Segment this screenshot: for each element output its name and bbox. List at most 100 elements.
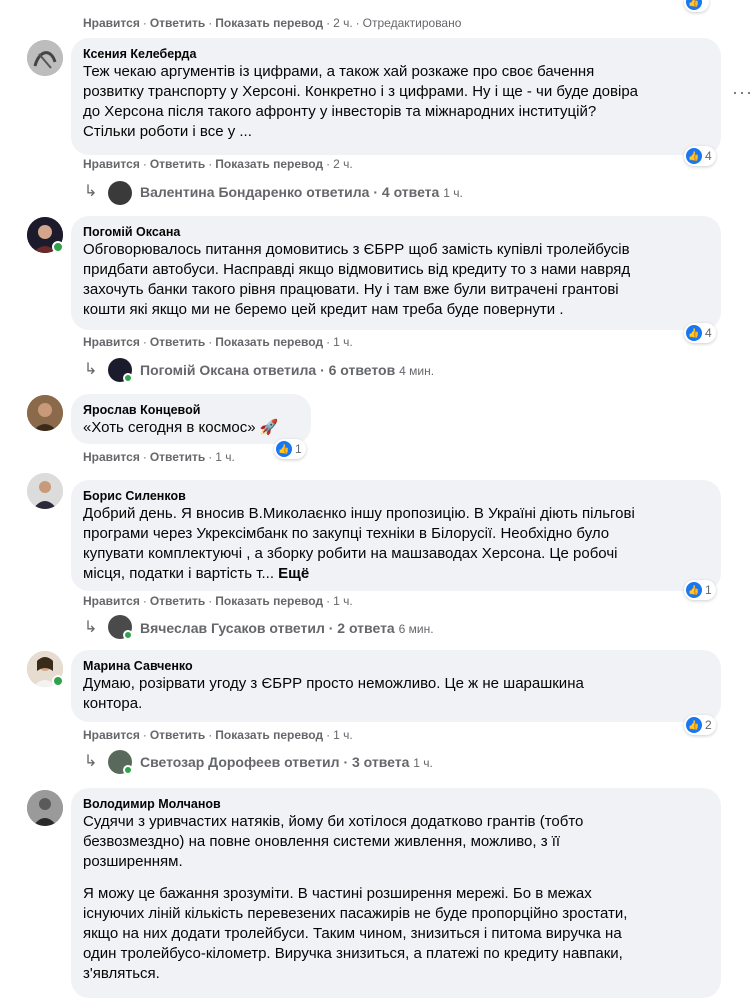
comment-actions: Нравится · Ответить · 1 ч. — [83, 450, 235, 464]
comment-text-line: з'являться. — [83, 965, 160, 982]
reply-arrow-icon: ↳ — [84, 361, 98, 378]
comment-author[interactable]: Борис Силенков — [83, 488, 709, 504]
comment-bubble: Погомій Оксана Обговорювалось питання до… — [71, 216, 721, 330]
reply-link[interactable]: Ответить — [150, 450, 205, 464]
comment-text-line: Я можу це бажання зрозуміти. В частині р… — [83, 885, 592, 902]
comment-time[interactable]: 1 ч. — [333, 728, 353, 742]
online-indicator — [123, 373, 133, 383]
comment-text-line: Стільки роботи і все у ... — [83, 123, 252, 140]
comment-text-line: Думаю, розірвати угоду з ЄБРР просто нем… — [83, 675, 584, 692]
avatar[interactable] — [27, 473, 63, 509]
comment-text-line: розвитку транспорту у Херсоні. Конкретно… — [83, 83, 639, 100]
comment-actions: Нравится · Ответить · Показать перевод · 1 ч. — [83, 728, 353, 742]
avatar[interactable] — [27, 395, 63, 431]
view-replies-link[interactable]: Вячеслав Гусаков ответил · 2 ответа 6 ми… — [140, 618, 434, 639]
online-indicator — [123, 630, 133, 640]
avatar[interactable] — [27, 790, 63, 826]
reply-link[interactable]: Ответить — [150, 335, 205, 349]
comment-author[interactable]: Марина Савченко — [83, 658, 709, 674]
comment-text-line: «Хоть сегодня в космос» 🚀 — [83, 419, 279, 436]
reaction-badge[interactable]: 👍 4 — [684, 323, 716, 343]
reply-link[interactable]: Ответить — [150, 157, 205, 171]
reply-link[interactable]: Ответить — [150, 594, 205, 608]
view-replies-link[interactable]: Погомій Оксана ответила · 6 ответов 4 ми… — [140, 360, 434, 381]
like-icon: 👍 — [686, 325, 702, 341]
like-link[interactable]: Нравится — [83, 16, 140, 30]
comment-bubble: Ярослав Концевой «Хоть сегодня в космос»… — [71, 394, 311, 444]
like-link[interactable]: Нравится — [83, 450, 140, 464]
comment-text-line: купувати комплектуючі , а зборку робити … — [83, 545, 618, 562]
reaction-badge[interactable]: 👍 1 — [684, 580, 716, 600]
like-icon: 👍 — [686, 0, 702, 10]
comment-time[interactable]: 1 ч. — [215, 450, 235, 464]
comment-time[interactable]: 1 ч. — [333, 335, 353, 349]
comment-text-line: Добрий день. Я вносив В.Миколаєнко іншу … — [83, 505, 635, 522]
translate-link[interactable]: Показать перевод — [215, 594, 323, 608]
reply-arrow-icon: ↳ — [84, 619, 98, 636]
comment-text-line: один тролейбусо-кілометр. Виручка знизит… — [83, 945, 623, 962]
translate-link[interactable]: Показать перевод — [215, 157, 323, 171]
like-icon: 👍 — [686, 717, 702, 733]
translate-link[interactable]: Показать перевод — [215, 16, 323, 30]
view-replies-link[interactable]: Светозар Дорофеев ответил · 3 ответа 1 ч… — [140, 752, 433, 773]
reaction-count: 1 — [295, 442, 302, 456]
translate-link[interactable]: Показать перевод — [215, 728, 323, 742]
comment-text-line: місця, податки і вартість т... Ещё — [83, 565, 310, 582]
comment-text-line: придбати автобуси. Насправді якщо відмов… — [83, 261, 631, 278]
comment-text-line: захочуть банки такого рівня працювати. Н… — [83, 281, 619, 298]
online-indicator — [123, 765, 133, 775]
comment-text-line: існуючих ліній кількість перевезених пас… — [83, 905, 628, 922]
avatar[interactable] — [27, 40, 63, 76]
like-link[interactable]: Нравится — [83, 594, 140, 608]
reaction-count: 2 — [705, 718, 712, 732]
translate-link[interactable]: Показать перевод — [215, 335, 323, 349]
comment-text-line: Судячи з уривчастих натяків, йому би хот… — [83, 813, 584, 830]
comment-text-line: безвозмездно) на повне оновлення системи… — [83, 833, 561, 850]
comment-actions: Нравится · Ответить · Показать перевод · 1 ч. — [83, 335, 353, 349]
like-icon: 👍 — [276, 441, 292, 457]
comment-time[interactable]: 1 ч. — [333, 594, 353, 608]
comment-text-line: програми через Укрексімбанк по закупці т… — [83, 525, 610, 542]
reply-link[interactable]: Ответить — [150, 728, 205, 742]
reaction-badge[interactable]: 👍 4 — [684, 146, 716, 166]
comment-author[interactable]: Погомій Оксана — [83, 224, 709, 240]
reaction-badge[interactable]: 👍 1 — [274, 439, 306, 459]
comment-bubble: Борис Силенков Добрий день. Я вносив В.М… — [71, 480, 721, 591]
comment-actions: Нравится · Ответить · Показать перевод · 2 ч. — [83, 157, 353, 171]
reply-arrow-icon: ↳ — [84, 183, 98, 200]
online-indicator — [52, 675, 64, 687]
comment-text-line: до Херсона після такого афронту у інвест… — [83, 103, 597, 120]
comment-time[interactable]: 2 ч. — [333, 157, 353, 171]
reply-link[interactable]: Ответить — [150, 16, 205, 30]
like-link[interactable]: Нравится — [83, 335, 140, 349]
comment-bubble: Ксения Келеберда Теж чекаю аргументів із… — [71, 38, 721, 155]
comment-text-line: якщо на них додати тролейбуси. Таким чин… — [83, 925, 622, 942]
edited-label: Отредактировано — [362, 16, 462, 30]
comment-bubble: Володимир Молчанов Судячи з уривчастих н… — [71, 788, 721, 998]
like-icon: 👍 — [686, 148, 702, 164]
more-options-icon[interactable]: ··· — [732, 82, 750, 103]
like-link[interactable]: Нравится — [83, 157, 140, 171]
reaction-badge[interactable]: 👍 2 — [684, 715, 716, 735]
avatar-small[interactable] — [108, 181, 132, 205]
comment-actions-top: Нравится · Ответить · Показать перевод · 2 ч. ·… — [83, 16, 462, 30]
comment-actions: Нравится · Ответить · Показать перевод · 1 ч. — [83, 594, 353, 608]
see-more-link[interactable]: Ещё — [278, 565, 309, 582]
reaction-count: 4 — [705, 326, 712, 340]
comment-author[interactable]: Ксения Келеберда — [83, 46, 709, 62]
comment-text-line: Обговорювалось питання домовитись з ЄБРР… — [83, 241, 630, 258]
view-replies-link[interactable]: Валентина Бондаренко ответила · 4 ответа… — [140, 182, 463, 203]
like-link[interactable]: Нравится — [83, 728, 140, 742]
like-icon: 👍 — [686, 582, 702, 598]
online-indicator — [52, 241, 64, 253]
reply-arrow-icon: ↳ — [84, 753, 98, 770]
comment-text-line: кошти які якщо ми не беремо цей кредит н… — [83, 301, 564, 318]
comment-bubble: Марина Савченко Думаю, розірвати угоду з… — [71, 650, 721, 722]
comment-author[interactable]: Володимир Молчанов — [83, 796, 709, 812]
comment-text-line: розширенням. — [83, 853, 183, 870]
reaction-count: 4 — [705, 149, 712, 163]
comment-time[interactable]: 2 ч. — [333, 16, 353, 30]
comment-author[interactable]: Ярослав Концевой — [83, 402, 299, 418]
reaction-badge-top[interactable]: 👍 — [684, 0, 709, 12]
comment-text-line: Теж чекаю аргументів із цифрами, а також… — [83, 63, 595, 80]
